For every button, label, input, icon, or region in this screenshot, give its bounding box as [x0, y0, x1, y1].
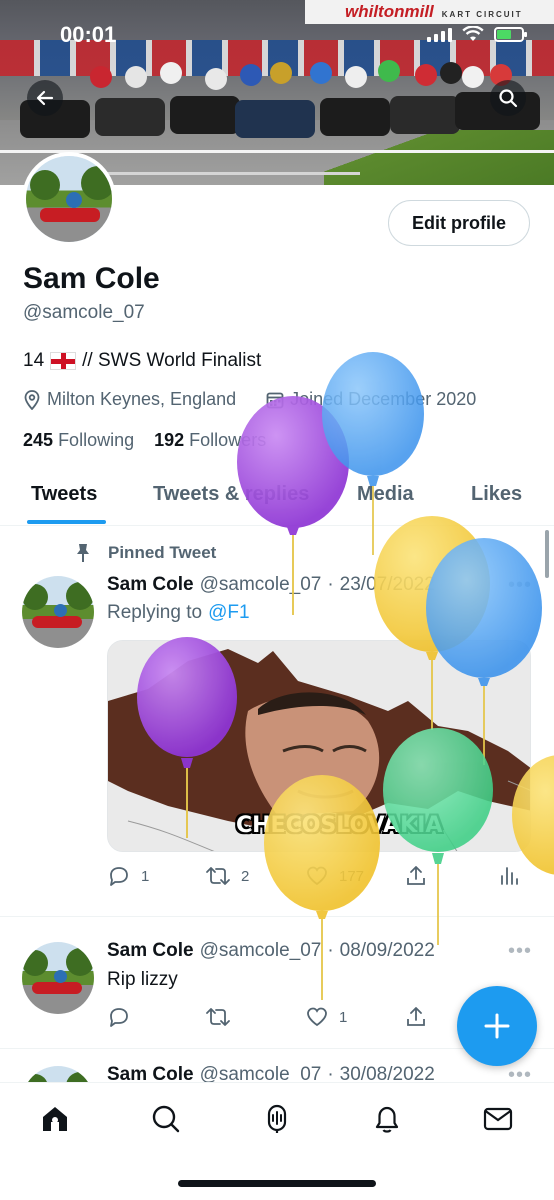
bell-icon: [375, 1106, 399, 1133]
tweet-media-image[interactable]: CHECOSLOVAKIA: [107, 640, 531, 852]
tab-tweets-replies[interactable]: Tweets & replies: [153, 483, 309, 506]
profile-bio: 14 // SWS World Finalist: [23, 350, 262, 371]
nav-home[interactable]: [35, 1099, 75, 1139]
tab-tweets[interactable]: Tweets: [31, 483, 97, 506]
retweet-icon: [206, 867, 230, 885]
follow-stats: 245 Following 192 Followers: [23, 430, 266, 451]
tweet-author-handle[interactable]: @samcole_07: [200, 574, 322, 596]
status-time: 00:01: [60, 22, 117, 47]
retweet-button[interactable]: 2: [205, 864, 249, 888]
wifi-icon: [462, 26, 484, 41]
back-button[interactable]: [27, 80, 63, 116]
tweet-author-name[interactable]: Sam Cole: [107, 940, 194, 962]
back-arrow-icon: [36, 90, 54, 106]
scrollbar[interactable]: [545, 530, 549, 578]
heart-icon: [307, 866, 327, 886]
profile-joined: Joined December 2020: [290, 389, 477, 409]
search-icon: [152, 1105, 180, 1133]
tweet-avatar[interactable]: [22, 576, 94, 648]
share-icon: [407, 1007, 425, 1026]
share-icon: [407, 866, 425, 885]
cellular-signal-icon: [427, 26, 452, 42]
status-bar: 00:01: [0, 22, 554, 52]
reply-button[interactable]: [107, 1005, 131, 1029]
nav-messages[interactable]: [478, 1099, 518, 1139]
calendar-icon: [266, 392, 284, 408]
pinned-label: Pinned Tweet: [74, 543, 216, 563]
plus-icon: [484, 1013, 510, 1039]
nav-notifications[interactable]: [367, 1099, 407, 1139]
microphone-icon: [267, 1104, 287, 1133]
edit-profile-button[interactable]: Edit profile: [388, 200, 530, 246]
mail-icon: [483, 1107, 513, 1131]
media-caption: CHECOSLOVAKIA: [236, 813, 443, 838]
pin-icon: [77, 544, 89, 562]
tweet-text: Rip lizzy: [107, 969, 178, 990]
following-link[interactable]: 245 Following: [23, 430, 134, 451]
search-button[interactable]: [490, 80, 526, 116]
profile-tabs: Tweets Tweets & replies Media Likes: [0, 470, 554, 526]
analytics-icon: [501, 867, 518, 885]
like-button[interactable]: 1: [305, 1005, 347, 1029]
like-button[interactable]: 177: [305, 864, 364, 888]
compose-tweet-button[interactable]: [457, 986, 537, 1066]
heart-icon: [307, 1007, 327, 1027]
tweet-avatar[interactable]: [22, 942, 94, 1014]
nav-explore[interactable]: [146, 1099, 186, 1139]
profile-name: Sam Cole: [23, 262, 160, 295]
home-icon: [43, 1107, 67, 1131]
active-tab-indicator: [27, 520, 106, 524]
profile-location: Milton Keynes, England: [47, 389, 237, 409]
analytics-button[interactable]: [498, 864, 520, 888]
search-icon: [499, 89, 518, 108]
profile-meta: Milton Keynes, England Joined December 2…: [23, 389, 476, 410]
more-options-icon[interactable]: •••: [508, 574, 532, 597]
battery-icon: [494, 26, 527, 42]
reply-button[interactable]: 1: [107, 864, 149, 888]
tweet-divider: [0, 916, 554, 917]
location-pin-icon: [24, 389, 40, 410]
nav-spaces[interactable]: [257, 1099, 297, 1139]
tab-likes[interactable]: Likes: [471, 483, 522, 506]
tweet-date[interactable]: 08/09/2022: [340, 940, 435, 962]
share-button[interactable]: [404, 864, 428, 888]
profile-avatar[interactable]: [22, 152, 116, 246]
replying-to-link[interactable]: @F1: [208, 602, 249, 624]
tweet-author-name[interactable]: Sam Cole: [107, 574, 194, 596]
reply-icon: [110, 867, 128, 886]
england-flag-icon: [50, 352, 77, 370]
tweet-author-handle[interactable]: @samcole_07: [200, 940, 322, 962]
followers-link[interactable]: 192 Followers: [154, 430, 266, 451]
banner-sign: whiltonmill KART CIRCUIT: [305, 0, 554, 24]
retweet-icon: [206, 1008, 230, 1026]
retweet-button[interactable]: [205, 1005, 231, 1029]
share-button[interactable]: [404, 1005, 428, 1029]
more-options-icon[interactable]: •••: [508, 940, 532, 963]
tab-media[interactable]: Media: [357, 483, 414, 506]
home-indicator: [178, 1180, 376, 1187]
reply-icon: [110, 1008, 128, 1027]
tweet-date[interactable]: 23/07/2022: [340, 574, 435, 596]
profile-handle: @samcole_07: [23, 302, 145, 323]
